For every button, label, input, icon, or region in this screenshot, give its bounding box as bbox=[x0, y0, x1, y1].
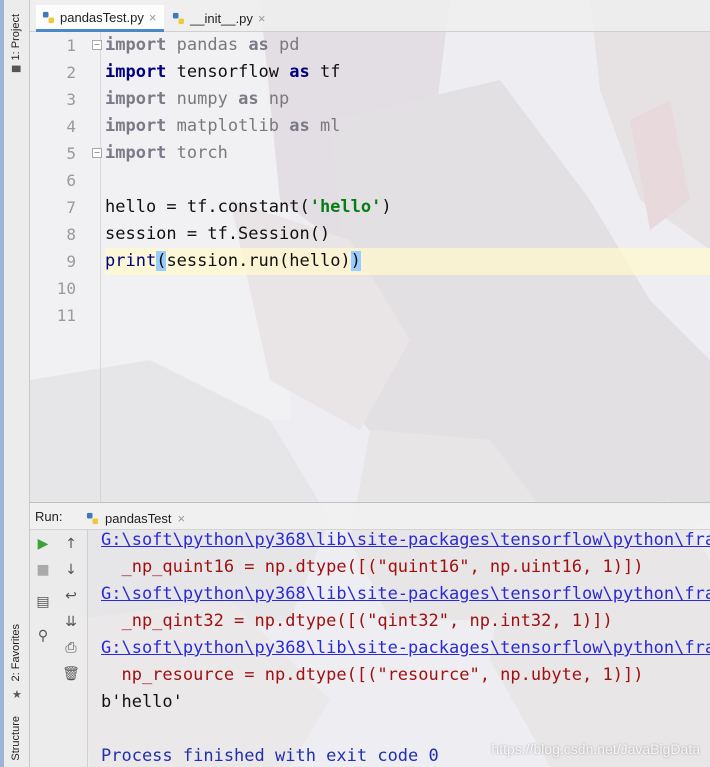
console-line: b'hello' bbox=[101, 692, 183, 712]
star-icon: ★ bbox=[12, 688, 22, 701]
code-line[interactable]: import pandas as pd bbox=[105, 32, 710, 59]
console-line[interactable]: G:\soft\python\py368\lib\site-packages\t… bbox=[101, 581, 710, 608]
code-line[interactable]: import tensorflow as tf bbox=[105, 59, 710, 86]
pin-icon[interactable]: ⚲ bbox=[32, 625, 54, 647]
line-number: 1 bbox=[66, 36, 76, 55]
line-number: 5 bbox=[66, 144, 76, 163]
console-output[interactable]: G:\soft\python\py368\lib\site-packages\t… bbox=[88, 530, 710, 767]
layout-icon[interactable]: ▤ bbox=[32, 591, 54, 613]
line-number: 10 bbox=[56, 279, 76, 298]
line-number: 8 bbox=[66, 225, 76, 244]
code-line[interactable]: import torch bbox=[105, 140, 710, 167]
line-number: 6 bbox=[66, 171, 76, 190]
clear-all-icon[interactable]: 🗑 bbox=[60, 663, 82, 685]
fold-end-icon[interactable]: − bbox=[92, 148, 102, 158]
run-toolbar: ▶ ↑ ■ ↓ ▤ ↩ ⚲ ⇊ ⎙ 🗑 bbox=[30, 530, 88, 767]
python-run-icon bbox=[86, 512, 99, 524]
stop-icon[interactable]: ■ bbox=[32, 559, 54, 581]
window-edge bbox=[0, 0, 4, 767]
close-tab-icon[interactable]: × bbox=[258, 11, 266, 26]
console-line[interactable]: G:\soft\python\py368\lib\site-packages\t… bbox=[101, 527, 710, 554]
code-line[interactable]: hello = tf.constant('hello') bbox=[105, 194, 710, 221]
line-number: 4 bbox=[66, 117, 76, 136]
line-number: 9 bbox=[66, 252, 76, 271]
python-file-icon bbox=[42, 11, 55, 23]
soft-wrap-icon[interactable]: ↩ bbox=[60, 585, 82, 607]
run-tab-pandastest[interactable]: pandasTest × bbox=[78, 506, 193, 530]
structure-tool-tab[interactable]: Structure bbox=[10, 716, 22, 761]
scroll-up-icon[interactable]: ↑ bbox=[60, 533, 82, 555]
watermark: https://blog.csdn.net/JavaBigData bbox=[491, 741, 700, 757]
code-line[interactable] bbox=[105, 302, 710, 329]
code-line[interactable]: import numpy as np bbox=[105, 86, 710, 113]
console-line: np_resource = np.dtype([("resource", np.… bbox=[101, 665, 644, 685]
code-line[interactable] bbox=[105, 167, 710, 194]
project-tool-tab[interactable]: 1: Project bbox=[10, 14, 22, 60]
tab-label: pandasTest.py bbox=[60, 9, 144, 25]
tab-pandastest[interactable]: pandasTest.py × bbox=[36, 5, 165, 32]
line-number: 3 bbox=[66, 90, 76, 109]
close-tab-icon[interactable]: × bbox=[149, 10, 157, 25]
run-tool-window-header: Run: pandasTest × bbox=[30, 502, 710, 530]
code-line[interactable] bbox=[105, 275, 710, 302]
console-line: _np_qint32 = np.dtype([("qint32", np.int… bbox=[101, 611, 613, 631]
line-number: 2 bbox=[66, 63, 76, 82]
code-line[interactable]: session = tf.Session() bbox=[105, 221, 710, 248]
line-number: 7 bbox=[66, 198, 76, 217]
print-icon[interactable]: ⎙ bbox=[60, 637, 82, 659]
run-tab-label: pandasTest bbox=[105, 510, 172, 526]
scroll-to-end-icon[interactable]: ⇊ bbox=[60, 611, 82, 633]
left-tool-strip: 1: Project ▀ 2: Favorites ★ Structure bbox=[0, 0, 30, 767]
favorites-tool-tab[interactable]: 2: Favorites bbox=[10, 624, 22, 681]
console-line: _np_quint16 = np.dtype([("quint16", np.u… bbox=[101, 557, 644, 577]
gutter-separator bbox=[100, 32, 101, 502]
close-run-tab-icon[interactable]: × bbox=[178, 511, 186, 526]
code-line[interactable]: import matplotlib as ml bbox=[105, 113, 710, 140]
tab-init[interactable]: __init__.py × bbox=[166, 5, 273, 32]
scroll-down-icon[interactable]: ↓ bbox=[60, 559, 82, 581]
line-number: 11 bbox=[56, 306, 76, 325]
rerun-icon[interactable]: ▶ bbox=[32, 533, 54, 555]
folder-icon: ▀ bbox=[12, 66, 21, 79]
editor-tab-bar: pandasTest.py × __init__.py × bbox=[30, 0, 710, 32]
console-line[interactable]: G:\soft\python\py368\lib\site-packages\t… bbox=[101, 635, 710, 662]
tab-label: __init__.py bbox=[190, 11, 253, 26]
run-label: Run: bbox=[35, 509, 63, 524]
fold-toggle-icon[interactable]: − bbox=[92, 40, 102, 50]
code-editor[interactable]: 1 2 3 4 5 6 7 8 9 10 11 − − import panda… bbox=[30, 32, 710, 502]
code-line-current[interactable]: print(session.run(hello)) bbox=[105, 248, 710, 275]
python-file-icon bbox=[172, 12, 185, 25]
